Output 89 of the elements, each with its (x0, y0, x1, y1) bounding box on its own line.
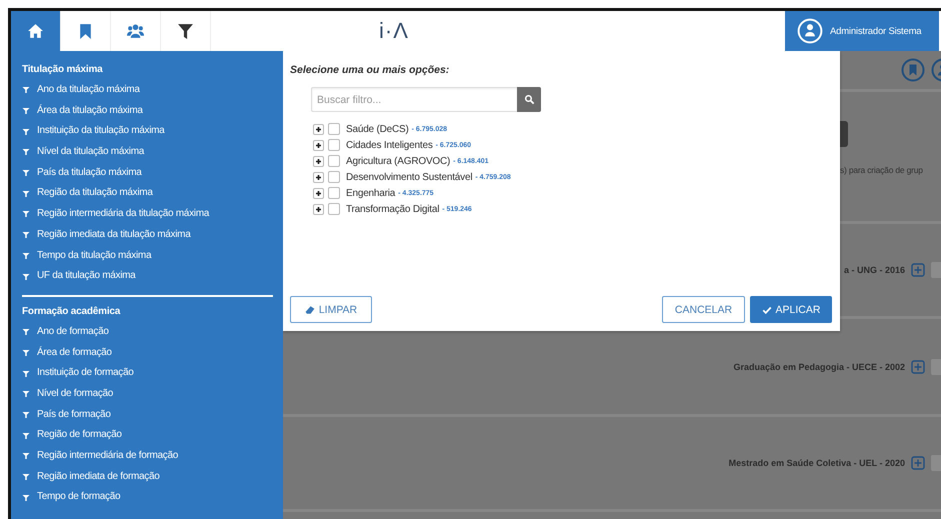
plus-icon (314, 204, 323, 214)
filter-icon (22, 190, 30, 198)
filter-icon (22, 86, 30, 94)
filter-item[interactable]: Ano de formação (22, 322, 273, 343)
filter-icon (22, 231, 30, 240)
filter-icon (22, 107, 30, 116)
filter-item[interactable]: Nível da titulação máxima (22, 142, 273, 163)
section-heading: Titulação máxima (22, 63, 104, 77)
bookmark-icon (77, 22, 94, 40)
filter-icon (22, 410, 30, 419)
filter-item[interactable]: Ano da titulação máxima (22, 80, 273, 101)
plus-icon (314, 124, 323, 134)
filter-item[interactable]: UF da titulação máxima (22, 266, 273, 287)
row-title: a - UNG - 2016 (844, 265, 905, 275)
filter-item[interactable]: Área da titulação máxima (22, 100, 273, 122)
filter-icon (22, 252, 30, 260)
filter-item[interactable]: Instituição de formação (22, 363, 273, 384)
checkbox[interactable] (328, 187, 340, 199)
expand-button[interactable] (313, 204, 324, 214)
filter-icon (22, 148, 30, 156)
filter-item[interactable]: País da titulação máxima (22, 162, 273, 184)
expand-button[interactable] (313, 140, 324, 150)
description-text: s) para criação de grup (840, 165, 924, 175)
plus-icon[interactable] (911, 263, 925, 277)
checkbox[interactable] (328, 123, 340, 135)
expand-button[interactable] (313, 156, 324, 166)
apply-button[interactable]: APLICAR (750, 296, 832, 323)
dialog-prompt: Selecione uma ou mais opções: (290, 63, 450, 77)
checkbox[interactable] (328, 171, 340, 183)
people-icon (127, 22, 144, 40)
filter-item[interactable]: País de formação (22, 404, 273, 426)
plus-icon[interactable] (911, 360, 925, 374)
filter-item[interactable]: Região intermediária de formação (22, 446, 273, 467)
expand-button[interactable] (313, 188, 324, 198)
filter-icon (22, 370, 30, 378)
logo: i·Λ (378, 17, 410, 45)
clear-button[interactable]: LIMPAR (290, 296, 372, 323)
filter-item[interactable]: Região imediata de formação (22, 466, 273, 488)
search-button[interactable] (517, 87, 541, 112)
bookmark-icon[interactable] (901, 58, 925, 82)
plus-icon (314, 188, 323, 198)
search-icon (524, 94, 534, 105)
filter-item[interactable]: Tempo da titulação máxima (22, 246, 273, 266)
section-heading: Formação acadêmica (22, 304, 122, 319)
home-icon (27, 22, 44, 40)
option-label: Desenvolvimento Sustentável (346, 172, 472, 182)
filter-icon (22, 348, 30, 357)
plus-icon (314, 140, 323, 150)
eraser-icon (304, 304, 315, 314)
filter-icon (22, 432, 30, 440)
expand-button[interactable] (313, 124, 324, 134)
filter-icon (22, 272, 30, 281)
filter-icon (22, 390, 30, 398)
filter-item[interactable]: Tempo de formação (22, 487, 273, 508)
filter-icon (22, 128, 30, 136)
row-title: Graduação em Pedagogia - UECE - 2002 (733, 362, 905, 372)
option-label: Engenharia (346, 188, 396, 198)
option-label: Transformação Digital (346, 204, 440, 214)
checkbox[interactable] (328, 155, 340, 167)
filter-item[interactable]: Área de formação (22, 342, 273, 364)
plus-icon (314, 156, 323, 166)
filter-item[interactable]: Região intermediária da titulação máxima (22, 204, 273, 225)
filter-icon (22, 452, 30, 460)
option-label: Cidades Inteligentes (346, 140, 433, 150)
expand-button[interactable] (313, 172, 324, 182)
cancel-button[interactable]: CANCELAR (662, 296, 745, 323)
action-button[interactable] (840, 121, 848, 147)
user-icon (797, 18, 823, 44)
filter-icon (22, 494, 30, 502)
plus-icon (314, 172, 323, 182)
search-field[interactable]: Buscar filtro... (311, 87, 517, 112)
option-label: Saúde (DeCS) (346, 124, 409, 134)
row-title: Mestrado em Saúde Coletiva - UEL - 2020 (728, 458, 905, 468)
filter-icon (22, 210, 30, 218)
user-button[interactable]: Administrador Sistema (785, 11, 939, 51)
filter-icon (22, 328, 30, 336)
option-label: Agricultura (AGROVOC) (346, 156, 450, 166)
checkbox[interactable] (328, 139, 340, 151)
filter-item[interactable]: Região de formação (22, 425, 273, 446)
filter-item[interactable]: Região imediata da titulação máxima (22, 224, 273, 246)
filter-item[interactable]: Nível de formação (22, 384, 273, 405)
filter-item[interactable]: Região da titulação máxima (22, 183, 273, 204)
filter-item[interactable]: Instituição da titulação máxima (22, 121, 273, 142)
check-icon (762, 304, 772, 314)
filter-icon (22, 169, 30, 178)
plus-icon[interactable] (911, 456, 925, 470)
filter-icon (177, 22, 194, 40)
checkbox[interactable] (328, 203, 340, 215)
filter-icon (22, 473, 30, 482)
